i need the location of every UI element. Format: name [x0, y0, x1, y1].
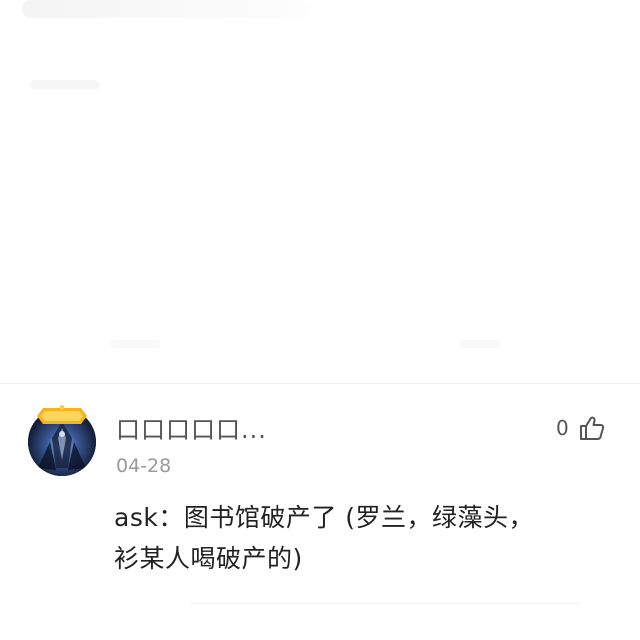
faded-action-row [460, 340, 500, 348]
recommender-badge [33, 405, 91, 427]
faded-text-line [30, 80, 100, 90]
divider [190, 603, 580, 604]
comment-date: 04-28 [116, 455, 172, 477]
like-area[interactable]: 0 [556, 414, 605, 442]
comment-text-line: 衫某人喝破产的) [114, 544, 303, 573]
thumbs-up-icon[interactable] [579, 415, 605, 441]
faded-action-row [110, 340, 160, 348]
avatar[interactable] [28, 405, 96, 476]
comment-page: 口口口口口... 04-28 0 ask：图书馆破产了 (罗兰，绿藻头， 衫某人… [0, 0, 640, 640]
comment-text-line: ask：图书馆破产了 (罗兰，绿藻头， [114, 503, 535, 532]
like-count: 0 [556, 416, 569, 440]
username[interactable]: 口口口口口... [116, 410, 267, 445]
faded-header-bar [22, 0, 312, 18]
divider [0, 383, 640, 384]
comment-text: ask：图书馆破产了 (罗兰，绿藻头， 衫某人喝破产的) [114, 497, 614, 579]
